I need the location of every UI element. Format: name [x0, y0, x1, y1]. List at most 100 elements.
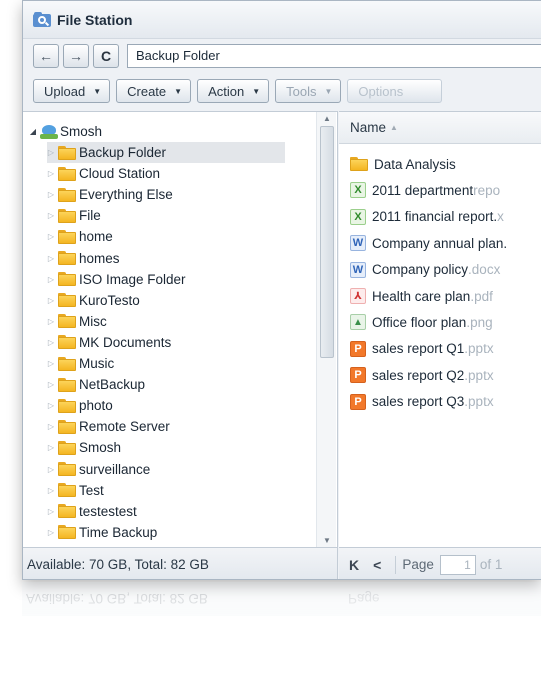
expand-icon[interactable]: ▷	[47, 148, 55, 157]
file-name: sales report Q2	[372, 367, 465, 383]
tree-item[interactable]: ▷ homes	[47, 248, 120, 269]
back-arrow-icon: ←	[39, 48, 53, 64]
tree-item[interactable]: ▷ Backup Folder	[47, 142, 285, 163]
tree-item[interactable]: ▷ photo	[47, 395, 113, 416]
window-reflection: Available: 70 GB, Total: 82 GB Page Time…	[22, 582, 541, 677]
expand-icon[interactable]: ▷	[47, 338, 55, 347]
window-title: File Station	[57, 11, 133, 28]
tree-item[interactable]: ▷ Test	[47, 480, 104, 501]
tree-item[interactable]: ▷ Remote Server	[47, 416, 170, 437]
tree-item[interactable]: ▷ ISO Image Folder	[47, 269, 186, 290]
file-row[interactable]: W Company annual plan.	[339, 230, 541, 256]
powerpoint-icon: P	[350, 393, 366, 410]
expand-icon[interactable]: ▷	[47, 232, 55, 241]
tree-item[interactable]: ▷ KuroTesto	[47, 290, 140, 311]
expand-icon[interactable]: ▷	[47, 422, 55, 431]
tree-item[interactable]: ▷ testestest	[47, 501, 137, 522]
path-field[interactable]: Backup Folder	[127, 44, 541, 68]
file-name: sales report Q1	[372, 341, 465, 357]
tree-item[interactable]: ▷ Smosh	[47, 437, 121, 458]
upload-button[interactable]: Upload ▼	[33, 79, 111, 103]
tree-item-label: Test	[79, 482, 104, 498]
powerpoint-icon: P	[350, 340, 366, 357]
file-row[interactable]: Psales report Q3 .pptx	[339, 389, 541, 415]
scroll-up-icon[interactable]: ▲	[317, 112, 337, 126]
tree-item[interactable]: ▷ File	[47, 205, 101, 226]
navigation-bar: ← → C Backup Folder	[23, 41, 541, 71]
expand-icon[interactable]: ▷	[47, 211, 55, 220]
expand-icon[interactable]: ▷	[47, 401, 55, 410]
upload-label: Upload	[44, 83, 86, 99]
file-name: Health care plan	[372, 288, 471, 304]
file-row[interactable]: ▲ Office floor plan .png	[339, 309, 541, 335]
first-page-icon[interactable]: K	[349, 557, 359, 573]
file-station-window: File Station ← → C Backup Folder Upload …	[22, 0, 541, 580]
expand-icon[interactable]: ▷	[47, 190, 55, 199]
expand-icon[interactable]: ▷	[47, 254, 55, 263]
tools-label: Tools	[286, 83, 317, 99]
forward-arrow-icon: →	[69, 48, 83, 64]
file-row[interactable]: X 2011 financial report. x	[339, 204, 541, 230]
file-row[interactable]: Data Analysis	[339, 151, 541, 177]
create-button[interactable]: Create ▼	[116, 79, 192, 103]
tree-item[interactable]: ▷ Everything Else	[47, 184, 173, 205]
tree-item[interactable]: ▷ Misc	[47, 311, 107, 332]
file-row[interactable]: X 2011 department repo	[339, 177, 541, 203]
scroll-thumb[interactable]	[320, 126, 334, 358]
expand-icon[interactable]: ▷	[47, 275, 55, 284]
refresh-button[interactable]: C	[93, 44, 119, 68]
tree-item-label: surveillance	[79, 461, 151, 477]
expand-icon[interactable]: ▷	[47, 507, 55, 516]
tree-item[interactable]: ▷ Time Backup	[47, 522, 157, 543]
folder-icon	[58, 187, 76, 202]
tools-dropdown-icon: ▼	[324, 86, 333, 96]
options-button[interactable]: Options	[347, 79, 443, 103]
powerpoint-icon: P	[350, 367, 366, 384]
page-total: of 1	[479, 557, 503, 572]
file-row[interactable]: W Company policy .docx	[339, 257, 541, 283]
forward-button[interactable]: →	[63, 44, 89, 68]
page-input[interactable]: 1	[439, 554, 476, 575]
tree-item[interactable]: ▷ home	[47, 226, 113, 247]
folder-icon	[58, 272, 76, 287]
tree-item[interactable]: ▷ Music	[47, 353, 114, 374]
expand-icon[interactable]: ▷	[47, 317, 55, 326]
expand-icon[interactable]: ▷	[47, 486, 55, 495]
file-extension: .pptx	[464, 341, 494, 357]
folder-icon	[58, 377, 76, 392]
server-icon	[40, 124, 58, 140]
file-name: sales report Q3	[372, 394, 465, 410]
expand-icon[interactable]: ▷	[47, 359, 55, 368]
tree-item[interactable]: ▷ surveillance	[47, 459, 150, 480]
expand-icon[interactable]: ▷	[47, 465, 55, 474]
tools-button[interactable]: Tools ▼	[275, 79, 342, 103]
page-label: Page	[402, 557, 434, 572]
folder-icon	[58, 419, 76, 434]
expand-icon[interactable]: ▷	[47, 528, 55, 537]
expand-icon[interactable]: ▷	[47, 380, 55, 389]
scroll-down-icon[interactable]: ▼	[317, 534, 337, 547]
tree-item[interactable]: ▷ Cloud Station	[47, 163, 160, 184]
expand-icon[interactable]: ▷	[47, 296, 55, 305]
action-button[interactable]: Action ▼	[197, 79, 270, 103]
tree-item[interactable]: ▷ NetBackup	[47, 374, 145, 395]
tree-scrollbar[interactable]: ▲ ▼	[316, 112, 336, 547]
word-icon: W	[350, 261, 366, 278]
name-column-header[interactable]: Name ▲	[339, 112, 541, 144]
collapse-icon[interactable]: ◢	[29, 127, 37, 136]
back-button[interactable]: ←	[33, 44, 59, 68]
file-row[interactable]: ⅄ Health care plan .pdf	[339, 283, 541, 309]
file-row[interactable]: Psales report Q1 .pptx	[339, 336, 541, 362]
expand-icon[interactable]: ▷	[47, 443, 55, 452]
file-extension: .pptx	[464, 394, 494, 410]
tree-item[interactable]: ▷ MK Documents	[47, 332, 171, 353]
expand-icon[interactable]: ▷	[47, 169, 55, 178]
pdf-icon: ⅄	[350, 288, 366, 304]
tree-item-label: Cloud Station	[79, 166, 161, 182]
tree-root[interactable]: ◢ Smosh	[29, 121, 102, 142]
tree-item-label: Remote Server	[79, 419, 170, 435]
previous-page-icon[interactable]: <	[373, 557, 381, 573]
file-row[interactable]: Psales report Q2 .pptx	[339, 362, 541, 388]
folder-icon	[58, 483, 76, 498]
reflection-page-label: Page	[348, 591, 380, 607]
